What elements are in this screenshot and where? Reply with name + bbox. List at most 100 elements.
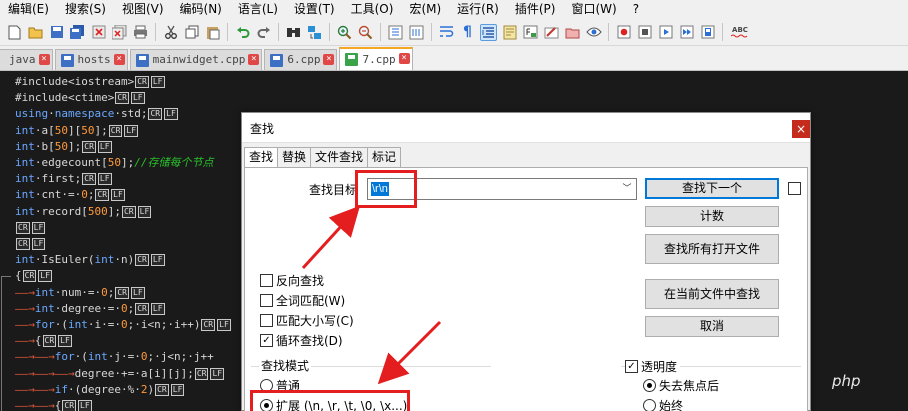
find-next-button[interactable]: 查找下一个: [645, 178, 779, 199]
transparency-on-lose-focus-option[interactable]: 失去焦点后: [643, 377, 719, 393]
spell-check-icon[interactable]: ABC: [729, 24, 751, 41]
match-whole-word-option[interactable]: 全词匹配(W): [260, 292, 345, 308]
monitor-icon[interactable]: [564, 24, 581, 41]
code-line[interactable]: int·b[50]; CR LF: [15, 139, 113, 155]
copy-icon[interactable]: [183, 24, 200, 41]
match-case-option[interactable]: 匹配大小写(C): [260, 312, 354, 328]
open-file-icon[interactable]: [27, 24, 44, 41]
transparency-always-option[interactable]: 始终: [643, 397, 683, 411]
print-icon[interactable]: [132, 24, 149, 41]
folder-workspace-icon[interactable]: [543, 24, 560, 41]
code-line[interactable]: int·first; CR LF: [15, 171, 113, 187]
count-button[interactable]: 计数: [645, 206, 779, 227]
match-case-checkbox[interactable]: [260, 313, 273, 327]
code-line[interactable]: ——→int·num·=·0; CR LF: [15, 285, 146, 301]
tab-7-cpp[interactable]: 7.cpp ×: [339, 47, 413, 70]
tab-mark[interactable]: 标记: [367, 147, 402, 167]
code-line[interactable]: int·a[50][50]; CR LF: [15, 123, 139, 139]
close-all-icon[interactable]: [111, 24, 128, 41]
tab-close-icon[interactable]: ×: [113, 54, 125, 65]
record-macro-icon[interactable]: [615, 24, 632, 41]
menu-tools[interactable]: 工具(O): [343, 0, 402, 19]
code-line[interactable]: int·edgecount[50];//存储每个节点: [15, 155, 213, 171]
tab-hosts[interactable]: hosts ×: [54, 49, 128, 70]
save-all-icon[interactable]: [69, 24, 86, 41]
find-icon[interactable]: [285, 24, 302, 41]
play-macro-icon[interactable]: [657, 24, 674, 41]
transparency-on-lose-focus-radio[interactable]: [643, 378, 656, 392]
menu-help[interactable]: ?: [625, 0, 647, 19]
run-macro-multiple-icon[interactable]: [678, 24, 695, 41]
sync-vertical-icon[interactable]: [387, 24, 404, 41]
menu-settings[interactable]: 设置(T): [286, 0, 343, 19]
zoom-out-icon[interactable]: [357, 24, 374, 41]
menu-view[interactable]: 视图(V): [114, 0, 172, 19]
cancel-button[interactable]: 取消: [645, 316, 779, 337]
tab-close-icon[interactable]: ×: [398, 53, 410, 64]
transparency-checkbox[interactable]: ✓: [625, 359, 638, 373]
menu-window[interactable]: 窗口(W): [563, 0, 624, 19]
code-line[interactable]: #include<ctime> CR LF: [15, 90, 146, 106]
find-all-current-file-button[interactable]: 在当前文件中查找: [645, 279, 779, 309]
menu-plugins[interactable]: 插件(P): [507, 0, 564, 19]
tab-close-icon[interactable]: ×: [323, 54, 335, 65]
zoom-in-icon[interactable]: [336, 24, 353, 41]
menu-edit[interactable]: 编辑(E): [0, 0, 57, 19]
undo-icon[interactable]: [234, 24, 251, 41]
dialog-titlebar[interactable]: 查找 ×: [242, 113, 810, 143]
save-macro-icon[interactable]: [699, 24, 716, 41]
code-line[interactable]: ——→for·(int·i·=·0;·i<n;·i++) CR LF: [15, 317, 232, 333]
code-line[interactable]: ——→——→for·(int·j·=·0;·j<n;·j++: [15, 349, 214, 365]
show-all-chars-icon[interactable]: ¶: [459, 24, 476, 41]
indent-guide-icon[interactable]: [480, 23, 497, 41]
tab-find-in-files[interactable]: 文件查找: [310, 147, 369, 167]
code-line[interactable]: ——→int·degree·=·0; CR LF: [15, 301, 166, 317]
code-line[interactable]: {CR LF: [15, 268, 53, 284]
tab-replace[interactable]: 替换: [277, 147, 312, 167]
wrap-around-checkbox[interactable]: ✓: [260, 333, 273, 347]
code-line[interactable]: int·IsEuler(int·n) CR LF: [15, 252, 166, 268]
backward-search-option[interactable]: 反向查找: [260, 272, 324, 288]
find-next-option-checkbox[interactable]: [788, 182, 801, 195]
tab-java[interactable]: java ×: [0, 49, 53, 70]
cut-icon[interactable]: [162, 24, 179, 41]
tab-close-icon[interactable]: ×: [248, 54, 260, 65]
chevron-down-icon[interactable]: ﹀: [618, 179, 636, 199]
new-file-icon[interactable]: [6, 24, 23, 41]
sync-horizontal-icon[interactable]: [408, 24, 425, 41]
close-icon[interactable]: ×: [792, 120, 810, 138]
tab-find[interactable]: 查找: [244, 147, 279, 168]
menu-encoding[interactable]: 编码(N): [172, 0, 230, 19]
backward-search-checkbox[interactable]: [260, 273, 273, 287]
code-line[interactable]: int·cnt·=·0; CR LF: [15, 187, 126, 203]
code-line[interactable]: ——→——→{CR LF: [15, 398, 93, 411]
menu-search[interactable]: 搜索(S): [57, 0, 114, 19]
word-wrap-icon[interactable]: [438, 24, 455, 41]
paste-icon[interactable]: [204, 24, 221, 41]
code-line[interactable]: int·record[500]; CR LF: [15, 204, 152, 220]
tab-mainwidget-cpp[interactable]: mainwidget.cpp ×: [129, 49, 263, 70]
function-list-icon[interactable]: [522, 24, 539, 41]
replace-icon[interactable]: [306, 24, 323, 41]
transparency-option[interactable]: ✓ 透明度: [625, 358, 681, 374]
code-line[interactable]: CR LF: [15, 236, 46, 252]
tab-close-icon[interactable]: ×: [38, 54, 50, 65]
eye-icon[interactable]: [585, 24, 602, 41]
code-line[interactable]: using·namespace·std; CR LF: [15, 106, 179, 122]
save-icon[interactable]: [48, 24, 65, 41]
stop-macro-icon[interactable]: [636, 24, 653, 41]
code-line[interactable]: ——→——→——→degree·+=·a[i][j]; CR LF: [15, 366, 225, 382]
close-icon[interactable]: [90, 24, 107, 41]
menu-language[interactable]: 语言(L): [230, 0, 286, 19]
transparency-always-radio[interactable]: [643, 398, 656, 411]
code-line[interactable]: CR LF: [15, 220, 46, 236]
tab-6-cpp[interactable]: 6.cpp ×: [264, 49, 338, 70]
menu-run[interactable]: 运行(R): [449, 0, 507, 19]
doc-map-icon[interactable]: [501, 24, 518, 41]
match-whole-word-checkbox[interactable]: [260, 293, 273, 307]
menu-macro[interactable]: 宏(M): [401, 0, 449, 19]
code-line[interactable]: #include<iostream> CR LF: [15, 74, 166, 90]
wrap-around-option[interactable]: ✓ 循环查找(D): [260, 332, 343, 348]
code-line[interactable]: ——→{CR LF: [15, 333, 73, 349]
code-line[interactable]: ——→——→if·(degree·%·2) CR LF: [15, 382, 185, 398]
